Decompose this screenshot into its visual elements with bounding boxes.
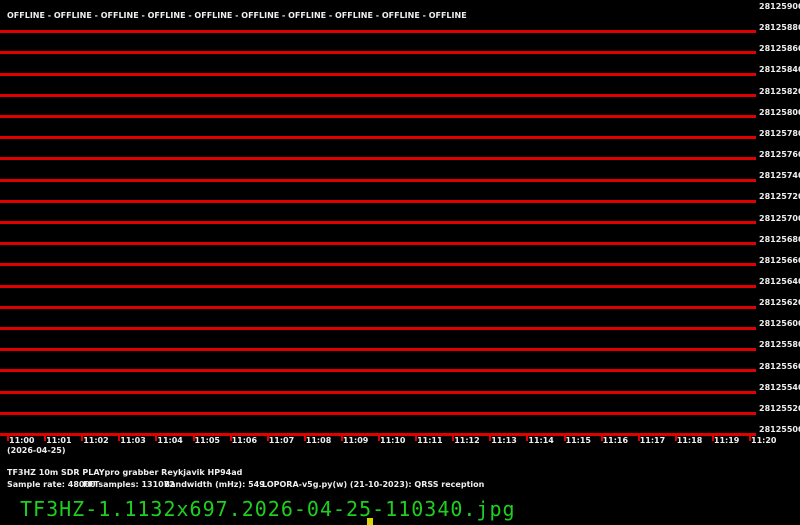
time-label: 11:13: [491, 436, 517, 445]
time-label: 11:00: [9, 436, 35, 445]
grid-line: [0, 327, 756, 330]
freq-label: 28125540: [759, 382, 800, 392]
station-info: TF3HZ 10m SDR PLAYpro grabber Reykjavik …: [7, 468, 243, 477]
freq-label: 28125680: [759, 234, 800, 244]
time-label: 11:19: [713, 436, 740, 445]
grid-line: [0, 178, 756, 182]
grid-line: [0, 348, 756, 352]
freq-label: 28125900: [759, 2, 800, 11]
time-label: 11:06: [231, 436, 258, 445]
time-label: 11:18: [676, 436, 703, 445]
grid-line: [0, 411, 756, 415]
freq-label: 28125620: [759, 298, 800, 308]
grid-line: [0, 199, 756, 203]
status-banner: OFFLINE - OFFLINE - OFFLINE - OFFLINE - …: [7, 11, 467, 20]
freq-label: 28125880: [759, 23, 800, 33]
bandwidth: Bandwidth (mHz): 549: [164, 480, 265, 489]
time-label: 11:20: [751, 436, 777, 445]
freq-label: 28125560: [759, 361, 800, 371]
grid-line: [0, 115, 756, 118]
date-label: (2026-04-25): [7, 446, 66, 455]
time-label: 11:09: [342, 436, 369, 445]
freq-label: 28125820: [759, 86, 800, 96]
freq-label: 28125580: [759, 340, 800, 350]
freq-label: 28125800: [759, 107, 800, 117]
grid-line: [0, 30, 756, 34]
time-label: 11:14: [528, 436, 554, 445]
fft-samples: FFTsamples: 131072: [83, 480, 175, 489]
grid-line: [0, 242, 756, 246]
time-label: 11:12: [454, 436, 480, 445]
freq-label: 28125640: [759, 276, 800, 286]
freq-label: 28125660: [759, 255, 800, 265]
grid-line: [0, 157, 756, 161]
time-label: 11:11: [417, 436, 443, 445]
time-label: 11:17: [639, 436, 666, 445]
freq-label: 28125740: [759, 171, 800, 181]
grid-line: [0, 263, 756, 267]
grid-line: [0, 136, 756, 140]
freq-label: 28125860: [759, 44, 800, 54]
grid-line: [0, 284, 756, 288]
time-label: 11:01: [46, 436, 72, 445]
time-label: 11:16: [602, 436, 629, 445]
time-label: 11:02: [83, 436, 109, 445]
grid-line: [0, 221, 756, 224]
software-info: LOPORA-v5g.py(w) (21-10-2023): QRSS rece…: [262, 480, 485, 489]
time-label: 11:04: [157, 436, 183, 445]
grid-line: [0, 51, 756, 55]
freq-label: 28125840: [759, 65, 800, 75]
grid-line: [0, 93, 756, 97]
position-marker: [367, 518, 373, 525]
time-label: 11:15: [565, 436, 591, 445]
time-label: 11:03: [120, 436, 146, 445]
freq-label: 28125720: [759, 192, 800, 202]
time-label: 11:07: [268, 436, 295, 445]
freq-label: 28125780: [759, 128, 800, 138]
filename-label: TF3HZ-1.1132x697.2026-04-25-110340.jpg: [20, 497, 516, 521]
grid-line: [0, 72, 756, 76]
freq-label: 28125520: [759, 403, 800, 413]
freq-label: 28125500: [759, 425, 800, 434]
freq-label: 28125600: [759, 319, 800, 329]
grid-line: [0, 369, 756, 373]
freq-label: 28125760: [759, 150, 800, 160]
time-label: 11:05: [194, 436, 220, 445]
freq-label: 28125700: [759, 213, 800, 223]
grid-line: [0, 305, 756, 309]
grid-line: [0, 390, 756, 394]
time-label: 11:10: [380, 436, 406, 445]
time-label: 11:08: [305, 436, 332, 445]
